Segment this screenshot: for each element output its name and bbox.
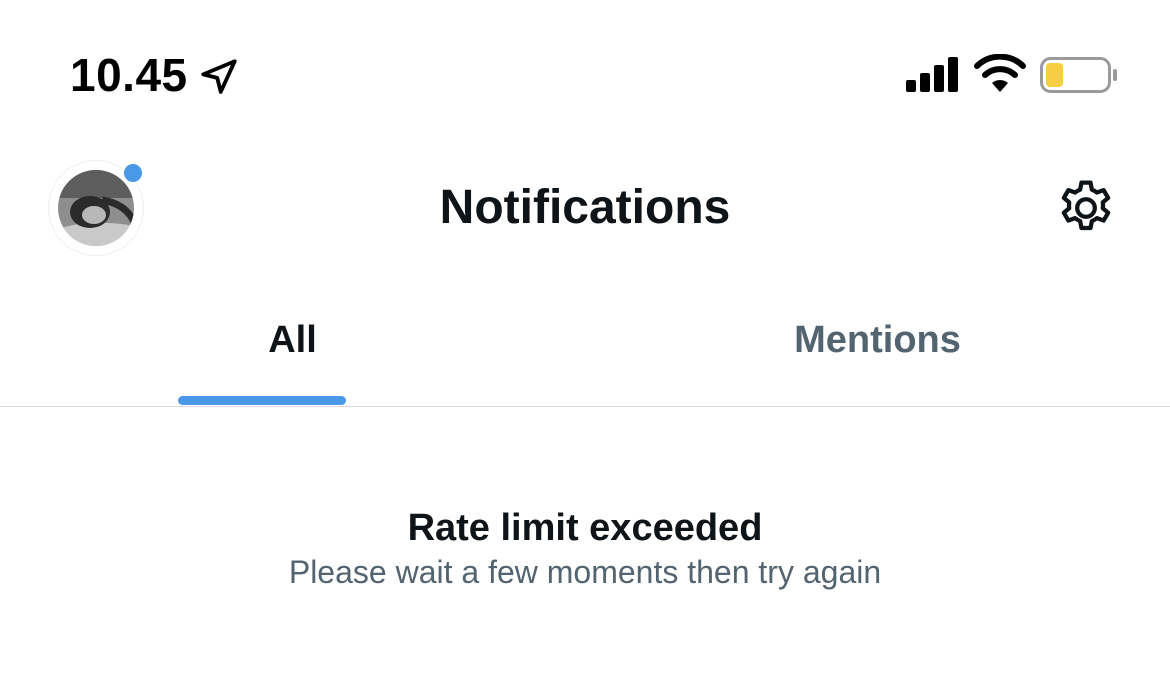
battery-icon (1040, 57, 1117, 93)
tab-bar: All Mentions (0, 280, 1170, 407)
tab-mentions[interactable]: Mentions (585, 280, 1170, 405)
rate-limit-message: Rate limit exceeded Please wait a few mo… (0, 506, 1170, 592)
header-bar: Notifications (0, 130, 1170, 280)
message-subtitle: Please wait a few moments then try again (288, 554, 882, 590)
tab-all-label: All (268, 319, 317, 361)
status-bar: 10.45 (0, 0, 1170, 130)
status-time: 10.45 (70, 49, 188, 101)
tab-mentions-label: Mentions (794, 319, 961, 361)
location-arrow-icon (201, 59, 237, 94)
message-title: Rate limit exceeded (407, 507, 763, 549)
selected-tab-indicator (178, 396, 346, 405)
cellular-signal-icon (906, 57, 958, 92)
gear-icon[interactable] (1054, 176, 1118, 240)
page-title: Notifications (439, 181, 731, 234)
wifi-icon (974, 54, 1026, 92)
tab-all[interactable]: All (0, 280, 585, 405)
